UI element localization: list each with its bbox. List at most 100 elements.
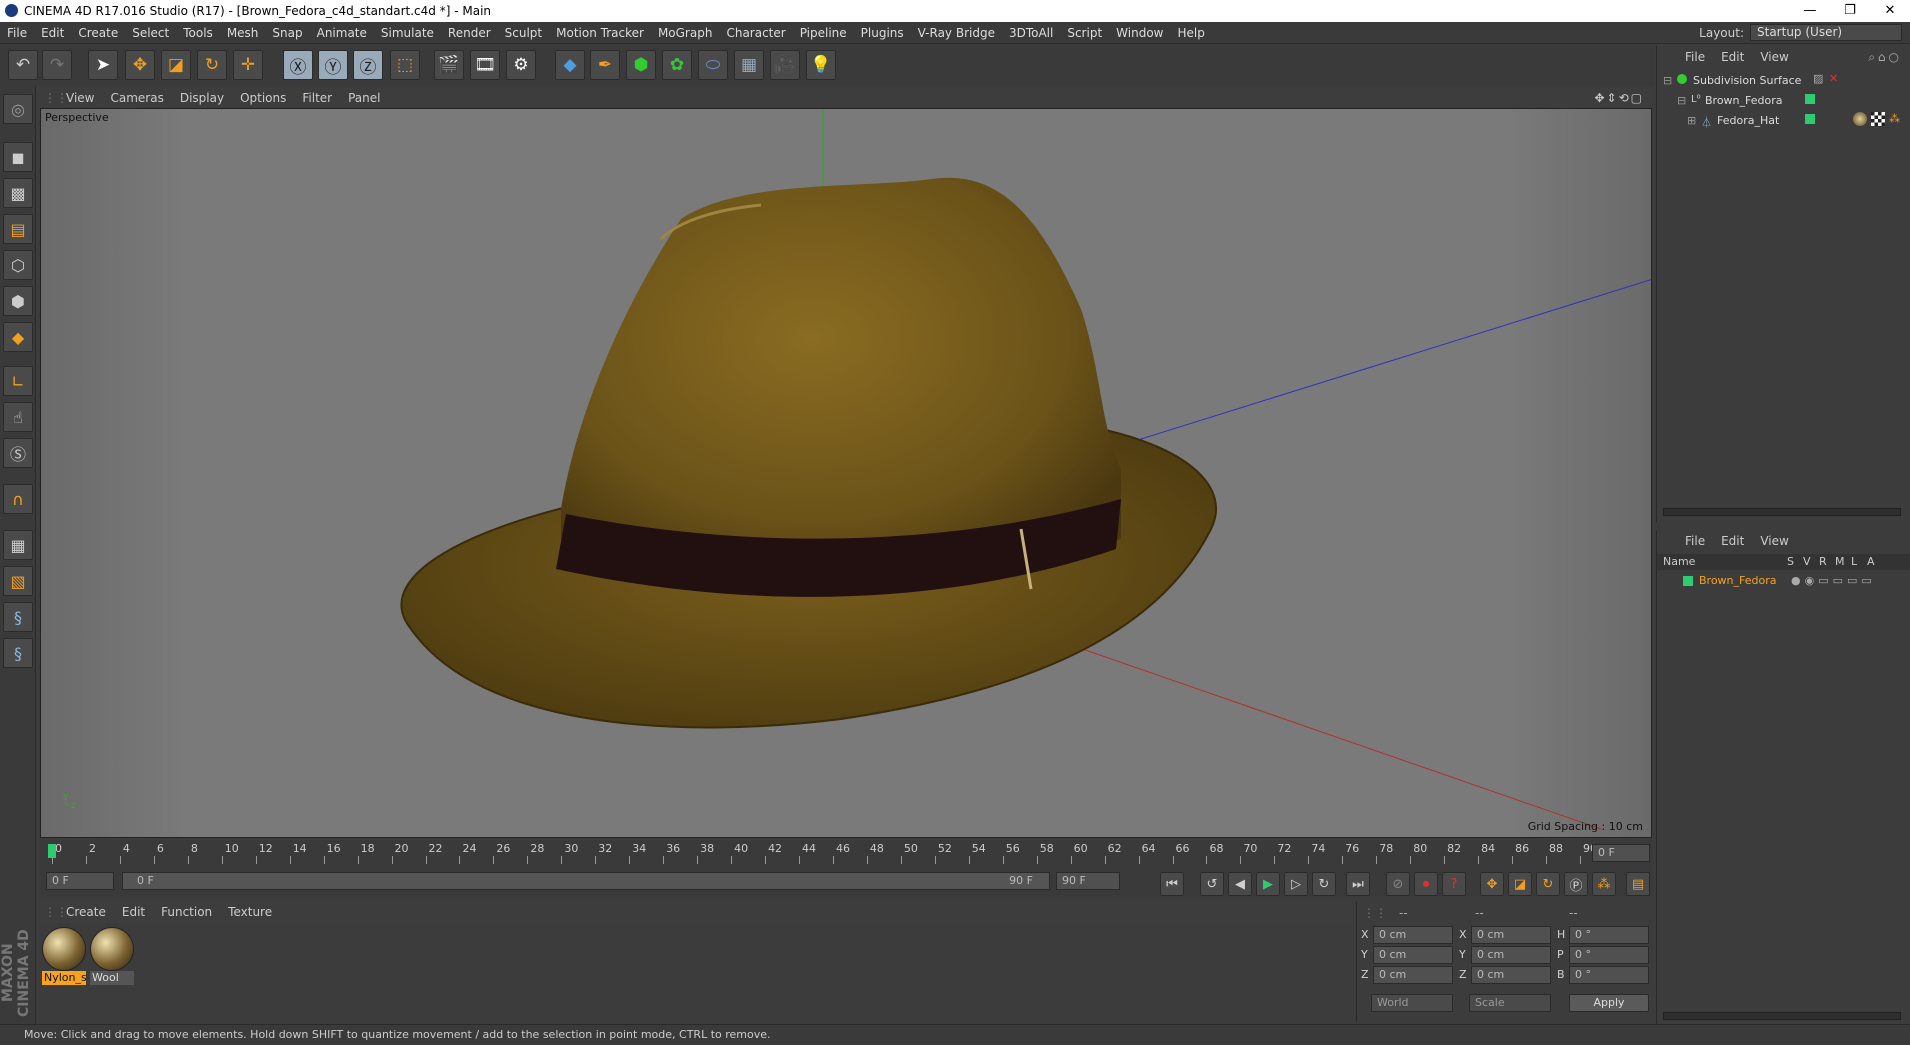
- render-settings-icon[interactable]: ⚙: [506, 50, 536, 80]
- keyframe-selection-icon[interactable]: ?: [1442, 872, 1466, 896]
- object-manager-scrollbar[interactable]: [1663, 508, 1901, 516]
- x-axis-lock-icon[interactable]: Ⓧ: [283, 50, 313, 80]
- cube-primitive-icon[interactable]: ◆: [555, 50, 585, 80]
- live-selection-icon[interactable]: ✛: [233, 50, 263, 80]
- menu-create[interactable]: Create: [71, 26, 125, 40]
- layer-manager-scrollbar[interactable]: [1663, 1012, 1901, 1020]
- minimize-icon[interactable]: —: [1790, 0, 1830, 22]
- key-scale-icon[interactable]: ◪: [1508, 872, 1532, 896]
- menu-tools[interactable]: Tools: [176, 26, 220, 40]
- disabled-check-icon[interactable]: ✕: [1829, 72, 1838, 85]
- material-nylon[interactable]: Nylon_s: [42, 927, 87, 985]
- maximize-icon[interactable]: ❐: [1830, 0, 1870, 22]
- viewport-navigation-icons[interactable]: ✥⇕⟲▢: [1586, 91, 1652, 105]
- pen-spline-icon[interactable]: ✒: [590, 50, 620, 80]
- material-wool[interactable]: Wool: [90, 927, 134, 985]
- material-tag-icon[interactable]: [1853, 112, 1867, 126]
- rotation-b-field[interactable]: 0 °: [1569, 966, 1649, 984]
- z-axis-lock-icon[interactable]: Ⓩ: [353, 50, 383, 80]
- menu-animate[interactable]: Animate: [310, 26, 374, 40]
- tree-toggle-icon[interactable]: ⊟: [1677, 94, 1686, 107]
- menu-render[interactable]: Render: [441, 26, 498, 40]
- menu-pipeline[interactable]: Pipeline: [793, 26, 854, 40]
- next-frame-icon[interactable]: ▷: [1284, 872, 1308, 896]
- phong-tag-icon[interactable]: ⁂: [1889, 112, 1900, 125]
- auto-keying-icon[interactable]: ⏺: [1414, 872, 1438, 896]
- layout-dropdown[interactable]: Startup (User): [1750, 24, 1902, 41]
- size-z-field[interactable]: 0 cm: [1471, 966, 1551, 984]
- workplane-lock-icon[interactable]: ▦: [3, 530, 33, 560]
- rotation-h-field[interactable]: 0 °: [1569, 926, 1649, 944]
- go-to-start-icon[interactable]: ⏮: [1160, 872, 1184, 896]
- subdivision-surface-icon[interactable]: ⬢: [626, 50, 656, 80]
- tree-toggle-icon[interactable]: ⊟: [1663, 74, 1672, 87]
- object-subdivision-surface[interactable]: Subdivision Surface: [1693, 74, 1801, 87]
- cloner-icon[interactable]: ✿: [662, 50, 692, 80]
- position-y-field[interactable]: 0 cm: [1373, 946, 1453, 964]
- viewport-menu-cameras[interactable]: Cameras: [102, 91, 171, 105]
- material-menu-function[interactable]: Function: [153, 905, 220, 919]
- next-key-icon[interactable]: ↻: [1312, 872, 1336, 896]
- coordinate-system-icon[interactable]: ⬚: [390, 50, 420, 80]
- key-rotation-icon[interactable]: ↻: [1536, 872, 1560, 896]
- texture-tag-icon[interactable]: [1871, 112, 1885, 126]
- menu-mesh[interactable]: Mesh: [220, 26, 266, 40]
- object-menu-file[interactable]: File: [1677, 50, 1713, 64]
- edges-mode-icon[interactable]: ⬢: [3, 286, 33, 316]
- enable-axis-icon[interactable]: ∟: [3, 366, 33, 396]
- play-icon[interactable]: ▶: [1256, 872, 1280, 896]
- object-menu-edit[interactable]: Edit: [1713, 50, 1752, 64]
- menu-sculpt[interactable]: Sculpt: [498, 26, 549, 40]
- menu-3dtoall[interactable]: 3DToAll: [1002, 26, 1060, 40]
- viewport-menu-filter[interactable]: Filter: [294, 91, 340, 105]
- camera-icon[interactable]: 🎥: [770, 50, 800, 80]
- close-icon[interactable]: ✕: [1870, 0, 1910, 22]
- layer-color-icon[interactable]: [1683, 576, 1693, 586]
- workplane-align-icon[interactable]: ▧: [3, 566, 33, 596]
- menu-snap[interactable]: Snap: [265, 26, 309, 40]
- key-parameter-icon[interactable]: Ⓟ: [1564, 872, 1588, 896]
- menu-file[interactable]: File: [0, 26, 34, 40]
- object-menu-view[interactable]: View: [1752, 50, 1796, 64]
- key-pla-icon[interactable]: ⁂: [1592, 872, 1616, 896]
- start-frame-field[interactable]: 0 F: [46, 872, 114, 890]
- layer-menu-file[interactable]: File: [1677, 534, 1713, 548]
- material-menu-edit[interactable]: Edit: [114, 905, 153, 919]
- menu-select[interactable]: Select: [125, 26, 176, 40]
- menu-character[interactable]: Character: [719, 26, 792, 40]
- object-brown-fedora[interactable]: Brown_Fedora: [1705, 94, 1783, 107]
- make-editable-icon[interactable]: ◎: [3, 94, 33, 124]
- select-pointer-icon[interactable]: ➤: [88, 50, 118, 80]
- layer-menu-view[interactable]: View: [1752, 534, 1796, 548]
- polygons-mode-icon[interactable]: ◆: [3, 322, 33, 352]
- tree-toggle-icon[interactable]: ⊞: [1687, 114, 1696, 127]
- python-console-icon[interactable]: §: [3, 638, 33, 668]
- menu-motion-tracker[interactable]: Motion Tracker: [549, 26, 651, 40]
- end-frame-field[interactable]: 90 F: [1056, 872, 1120, 890]
- rotation-p-field[interactable]: 0 °: [1569, 946, 1649, 964]
- model-mode-icon[interactable]: ◼: [3, 142, 33, 172]
- perspective-viewport[interactable]: Perspective y └ z Grid Spacing : 10 cm: [40, 108, 1652, 838]
- position-z-field[interactable]: 0 cm: [1373, 966, 1453, 984]
- layer-menu-edit[interactable]: Edit: [1713, 534, 1752, 548]
- material-menu-texture[interactable]: Texture: [220, 905, 280, 919]
- viewport-menu-panel[interactable]: Panel: [340, 91, 388, 105]
- y-axis-lock-icon[interactable]: Ⓨ: [318, 50, 348, 80]
- size-y-field[interactable]: 0 cm: [1471, 946, 1551, 964]
- menu-vray-bridge[interactable]: V-Ray Bridge: [911, 26, 1002, 40]
- object-fedora-hat[interactable]: Fedora_Hat: [1717, 114, 1779, 127]
- frame-range-slider[interactable]: 0 F 90 F: [122, 872, 1050, 890]
- menu-window[interactable]: Window: [1109, 26, 1170, 40]
- rotate-icon[interactable]: ↻: [197, 50, 227, 80]
- menu-mograph[interactable]: MoGraph: [651, 26, 720, 40]
- viewport-menu-options[interactable]: Options: [232, 91, 294, 105]
- viewport-menu-display[interactable]: Display: [172, 91, 232, 105]
- light-icon[interactable]: 💡: [806, 50, 836, 80]
- key-position-icon[interactable]: ✥: [1480, 872, 1504, 896]
- solo-mode-icon[interactable]: Ⓢ: [3, 438, 33, 468]
- object-search-icon[interactable]: ⌕⌂○: [1860, 50, 1910, 65]
- deformer-icon[interactable]: ⬭: [698, 50, 728, 80]
- menu-simulate[interactable]: Simulate: [374, 26, 441, 40]
- visibility-toggle-icon[interactable]: ▨: [1813, 72, 1823, 85]
- python-script-icon[interactable]: §: [3, 602, 33, 632]
